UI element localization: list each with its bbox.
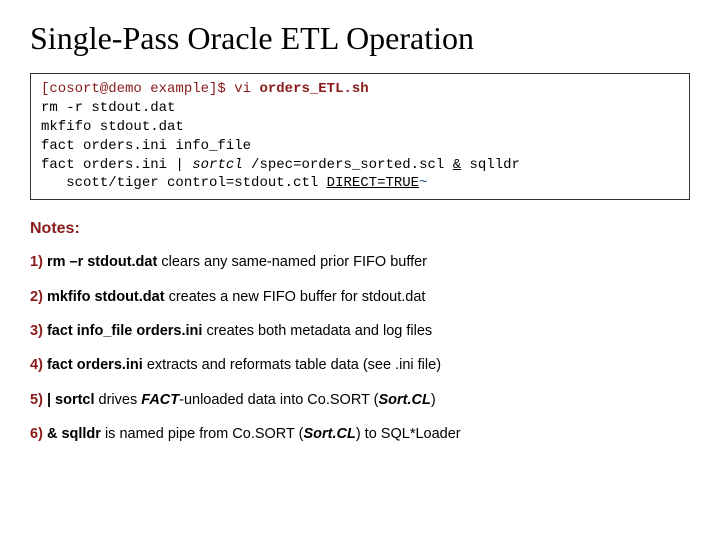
code-line: /spec=orders_sorted.scl — [243, 157, 453, 173]
vi-cmd: vi — [234, 81, 251, 97]
note-post: ) to SQL*Loader — [356, 426, 461, 442]
note-mid: -unloaded data into Co.SORT ( — [179, 392, 378, 408]
note-item: 2) mkfifo stdout.dat creates a new FIFO … — [30, 287, 690, 307]
note-keyword: | sortcl — [47, 392, 95, 408]
note-ital: Sort.CL — [303, 426, 355, 442]
note-item: 5) | sortcl drives FACT-unloaded data in… — [30, 390, 690, 410]
note-post: ) — [431, 392, 436, 408]
note-ital: FACT — [141, 392, 179, 408]
tilde: ~ — [419, 175, 427, 191]
code-sortcl: sortcl — [192, 157, 242, 173]
note-keyword: fact info_file orders.ini — [47, 323, 203, 339]
note-number: 1) — [30, 254, 43, 270]
note-number: 2) — [30, 289, 43, 305]
page-title: Single-Pass Oracle ETL Operation — [30, 20, 690, 57]
note-desc: extracts and reformats table data (see .… — [143, 357, 441, 373]
code-line: sqlldr — [461, 157, 520, 173]
note-item: 1) rm –r stdout.dat clears any same-name… — [30, 252, 690, 272]
code-line: rm -r stdout.dat — [41, 100, 175, 116]
note-pre: is named pipe from Co.SORT ( — [101, 426, 304, 442]
code-line: fact orders.ini | — [41, 157, 192, 173]
note-desc: creates both metadata and log files — [202, 323, 432, 339]
note-number: 3) — [30, 323, 43, 339]
shell-prompt: [cosort@demo example]$ — [41, 81, 226, 97]
note-ital: Sort.CL — [379, 392, 431, 408]
code-line: fact orders.ini info_file — [41, 138, 251, 154]
note-pre: drives — [95, 392, 142, 408]
note-item: 4) fact orders.ini extracts and reformat… — [30, 355, 690, 375]
code-line: scott/tiger control=stdout.ctl — [41, 175, 327, 191]
note-desc: clears any same-named prior FIFO buffer — [157, 254, 427, 270]
code-amp: & — [453, 157, 461, 173]
note-number: 4) — [30, 357, 43, 373]
note-item: 6) & sqlldr is named pipe from Co.SORT (… — [30, 424, 690, 444]
note-item: 3) fact info_file orders.ini creates bot… — [30, 321, 690, 341]
note-number: 6) — [30, 426, 43, 442]
note-keyword: fact orders.ini — [47, 357, 143, 373]
note-keyword: & sqlldr — [47, 426, 101, 442]
note-keyword: mkfifo stdout.dat — [47, 289, 165, 305]
code-line: mkfifo stdout.dat — [41, 119, 184, 135]
notes-heading: Notes: — [30, 220, 690, 238]
script-filename: orders_ETL.sh — [259, 81, 368, 97]
code-block: [cosort@demo example]$ vi orders_ETL.sh … — [30, 73, 690, 200]
note-number: 5) — [30, 392, 43, 408]
note-desc: creates a new FIFO buffer for stdout.dat — [165, 289, 426, 305]
note-keyword: rm –r stdout.dat — [47, 254, 157, 270]
code-direct: DIRECT=TRUE — [327, 175, 419, 191]
